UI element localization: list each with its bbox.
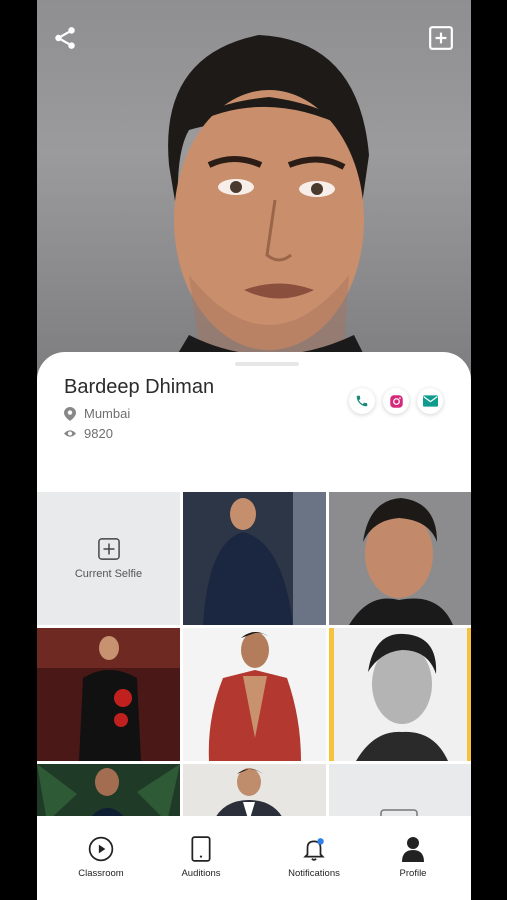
gallery-add-tile[interactable] [329, 764, 471, 822]
location-pin-icon [64, 406, 76, 421]
person-icon [402, 837, 424, 862]
share-icon[interactable] [49, 22, 81, 54]
nav-notifications[interactable]: Notifications [274, 836, 354, 879]
nav-label: Notifications [288, 868, 340, 879]
nav-label: Classroom [78, 868, 124, 879]
bottom-navigation: Classroom Auditions Notifications Profil… [37, 816, 471, 900]
gallery-photo[interactable] [183, 492, 326, 625]
nav-classroom[interactable]: Classroom [61, 836, 141, 879]
nav-profile[interactable]: Profile [373, 836, 453, 879]
mail-icon [422, 395, 438, 407]
call-button[interactable] [349, 388, 375, 414]
phone-icon [356, 395, 368, 407]
gallery-photo[interactable] [183, 764, 326, 822]
gallery-photo[interactable] [37, 628, 180, 761]
nav-label: Auditions [181, 868, 221, 879]
current-selfie-label: Current Selfie [74, 567, 143, 580]
add-icon [97, 537, 120, 560]
gallery-photo[interactable] [329, 492, 471, 625]
play-circle-icon [88, 836, 114, 862]
gallery-photo-selected[interactable] [329, 628, 471, 761]
email-button[interactable] [417, 388, 443, 414]
profile-name: Bardeep Dhiman [64, 376, 215, 398]
nav-auditions[interactable]: Auditions [161, 836, 241, 879]
eye-icon [64, 430, 76, 437]
views-count: 9820 [84, 426, 113, 441]
current-selfie-tile[interactable]: Current Selfie [37, 492, 180, 625]
profile-card: Bardeep Dhiman Mumbai 9820 [37, 352, 471, 492]
portrait-illustration [162, 35, 377, 380]
add-photo-icon[interactable] [425, 22, 457, 54]
views-row: 9820 [64, 426, 113, 441]
drag-handle[interactable] [235, 362, 299, 366]
instagram-icon [389, 394, 403, 408]
photo-gallery: Current Selfie [37, 492, 471, 822]
gallery-photo[interactable] [37, 764, 180, 822]
profile-screen: Bardeep Dhiman Mumbai 9820 Current Selfi… [37, 0, 471, 900]
bell-icon [303, 838, 325, 861]
hero-photo [37, 0, 471, 380]
tablet-icon [191, 836, 211, 862]
nav-label: Profile [399, 868, 427, 879]
location-row: Mumbai [64, 406, 130, 421]
location-text: Mumbai [84, 406, 131, 421]
gallery-photo[interactable] [183, 628, 326, 761]
instagram-button[interactable] [383, 388, 409, 414]
